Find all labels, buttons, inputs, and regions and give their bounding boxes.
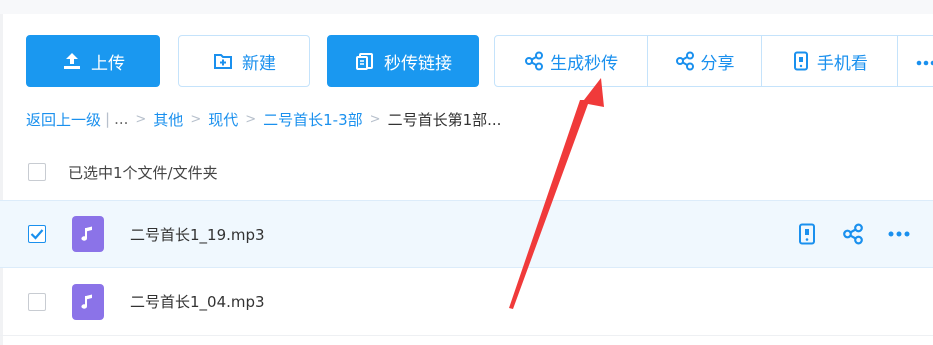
file-checkbox[interactable]: [28, 225, 46, 243]
selection-status: 已选中1个文件/文件夹: [68, 163, 218, 182]
breadcrumb-current: 二号首长第1部...: [387, 110, 502, 129]
file-name[interactable]: 二号首长1_04.mp3: [130, 291, 265, 312]
selection-actions-group: 生成秒传 分享 手机看: [494, 35, 933, 87]
phone-icon[interactable]: [795, 222, 819, 246]
file-row[interactable]: 二号首长1_04.mp3: [0, 268, 933, 336]
breadcrumb-item[interactable]: 现代: [208, 109, 238, 130]
row-actions: [795, 201, 911, 267]
selection-header: 已选中1个文件/文件夹: [0, 152, 933, 192]
generate-instant-label: 生成秒传: [550, 53, 619, 74]
new-folder-icon: [212, 50, 234, 72]
breadcrumb-separator: >: [369, 111, 381, 127]
breadcrumb: 返回上一级 | ... > 其他 > 现代 > 二号首长1-3部 > 二号首长第…: [26, 108, 501, 130]
upload-button[interactable]: 上传: [26, 35, 160, 87]
breadcrumb-separator: >: [190, 111, 202, 127]
more-icon[interactable]: [887, 222, 911, 246]
new-label: 新建: [242, 53, 276, 74]
file-checkbox[interactable]: [28, 292, 46, 311]
more-button[interactable]: [898, 36, 933, 86]
phone-view-label: 手机看: [816, 53, 868, 74]
share-icon[interactable]: [841, 222, 865, 246]
upload-icon: [61, 50, 83, 72]
breadcrumb-ellipsis[interactable]: ...: [114, 110, 128, 128]
phone-icon: [791, 51, 811, 71]
music-file-icon: [72, 216, 104, 252]
breadcrumb-item[interactable]: 其他: [153, 109, 183, 130]
more-icon: [916, 51, 933, 71]
check-icon: [30, 229, 44, 240]
share-icon: [675, 51, 695, 71]
breadcrumb-divider: |: [105, 110, 111, 128]
breadcrumb-item[interactable]: 二号首长1-3部: [263, 109, 363, 130]
upload-label: 上传: [91, 53, 125, 74]
instant-link-icon: [354, 50, 376, 72]
share-button[interactable]: 分享: [648, 36, 762, 86]
instant-link-label: 秒传链接: [384, 53, 452, 74]
file-name[interactable]: 二号首长1_19.mp3: [130, 224, 265, 245]
instant-link-button[interactable]: 秒传链接: [327, 35, 479, 87]
select-all-checkbox[interactable]: [28, 163, 46, 181]
breadcrumb-separator: >: [245, 111, 257, 127]
share-nodes-icon: [524, 51, 544, 71]
back-link[interactable]: 返回上一级: [26, 109, 101, 130]
share-label: 分享: [700, 53, 735, 74]
file-row[interactable]: 二号首长1_19.mp3: [0, 200, 933, 268]
music-file-icon: [72, 283, 104, 320]
phone-view-button[interactable]: 手机看: [762, 36, 899, 86]
breadcrumb-separator: >: [135, 111, 147, 127]
top-strip: [0, 0, 933, 14]
generate-instant-button[interactable]: 生成秒传: [495, 36, 649, 86]
new-button[interactable]: 新建: [178, 35, 310, 87]
